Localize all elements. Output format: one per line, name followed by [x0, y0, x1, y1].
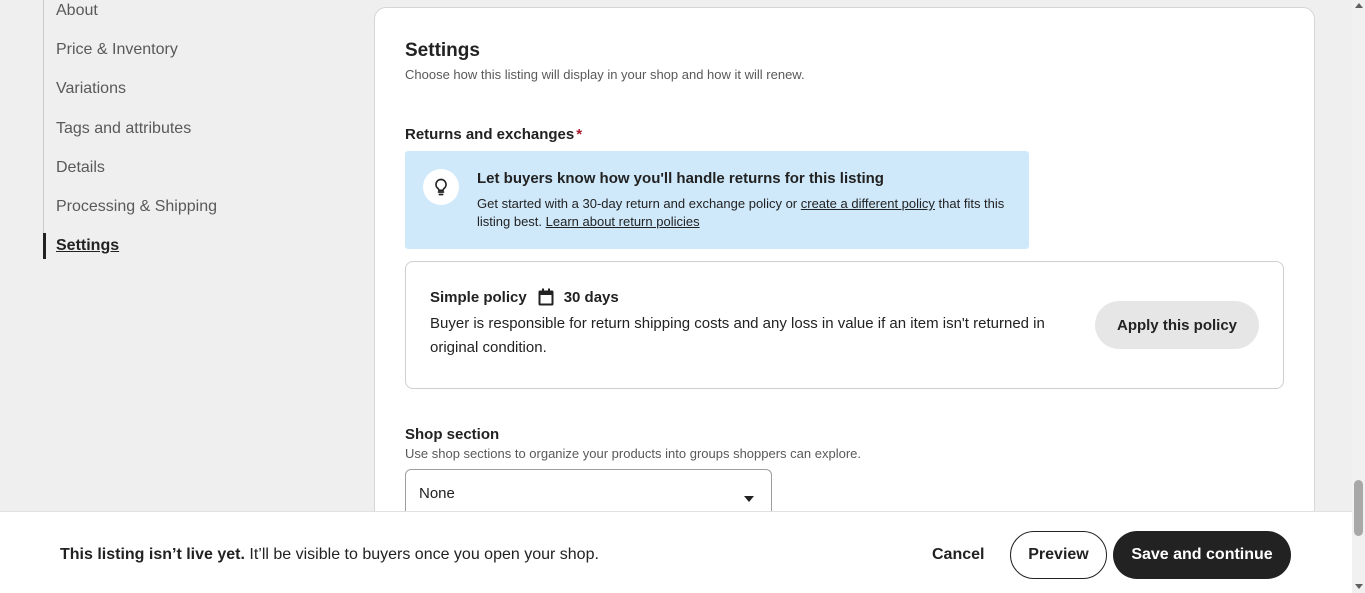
preview-button[interactable]: Preview [1010, 531, 1107, 579]
simple-policy-card: Simple policy 30 days Buyer is responsib… [405, 261, 1284, 389]
shop-section-description: Use shop sections to organize your produ… [405, 446, 861, 461]
calendar-icon [537, 288, 555, 306]
sidebar-item-price-inventory[interactable]: Price & Inventory [56, 40, 178, 60]
sidebar-item-about[interactable]: About [56, 1, 98, 21]
cancel-button[interactable]: Cancel [918, 532, 998, 578]
sidebar-item-processing-shipping[interactable]: Processing & Shipping [56, 197, 217, 217]
sidebar-item-tags-attributes[interactable]: Tags and attributes [56, 119, 191, 139]
listing-sidebar-nav: About Price & Inventory Variations Tags … [0, 0, 360, 511]
policy-name: Simple policy [430, 288, 527, 306]
returns-info-text: Get started with a 30-day return and exc… [477, 195, 1017, 231]
notice-bold-text: This listing isn’t live yet. [60, 546, 245, 563]
listing-action-bar: This listing isn’t live yet. It’ll be vi… [0, 511, 1352, 593]
settings-card: Settings Choose how this listing will di… [374, 7, 1315, 527]
info-text-start: Get started with a 30-day return and exc… [477, 196, 801, 211]
sidebar-active-indicator [43, 233, 46, 259]
scroll-down-arrow-icon[interactable] [1355, 584, 1363, 589]
policy-duration: 30 days [563, 288, 619, 306]
page-scrollbar[interactable] [1352, 0, 1365, 593]
sidebar-rail [43, 0, 44, 259]
required-mark: * [576, 126, 583, 143]
shop-section-selected-value: None [419, 485, 455, 502]
sidebar-item-details[interactable]: Details [56, 158, 105, 178]
create-different-policy-link[interactable]: create a different policy [801, 196, 935, 211]
sidebar-item-settings[interactable]: Settings [56, 236, 119, 256]
apply-policy-button[interactable]: Apply this policy [1095, 301, 1259, 349]
listing-status-notice: This listing isn’t live yet. It’ll be vi… [60, 546, 599, 564]
returns-exchanges-label: Returns and exchanges * [405, 126, 582, 143]
returns-info-title: Let buyers know how you'll handle return… [477, 170, 884, 187]
returns-info-box: Let buyers know how you'll handle return… [405, 151, 1029, 249]
save-and-continue-button[interactable]: Save and continue [1113, 531, 1291, 579]
settings-description: Choose how this listing will display in … [405, 67, 805, 82]
policy-description: Buyer is responsible for return shipping… [430, 315, 1045, 356]
policy-header: Simple policy 30 days [430, 288, 619, 306]
settings-title: Settings [405, 40, 480, 61]
returns-label-text: Returns and exchanges [405, 126, 575, 143]
lightbulb-icon [423, 169, 459, 205]
caret-down-icon [743, 490, 755, 508]
shop-section-label: Shop section [405, 426, 500, 443]
scroll-up-arrow-icon[interactable] [1355, 3, 1363, 8]
sidebar-item-variations[interactable]: Variations [56, 79, 126, 99]
scrollbar-thumb[interactable] [1354, 480, 1363, 536]
learn-return-policies-link[interactable]: Learn about return policies [546, 214, 700, 229]
notice-rest-text: It’ll be visible to buyers once you open… [244, 546, 599, 563]
